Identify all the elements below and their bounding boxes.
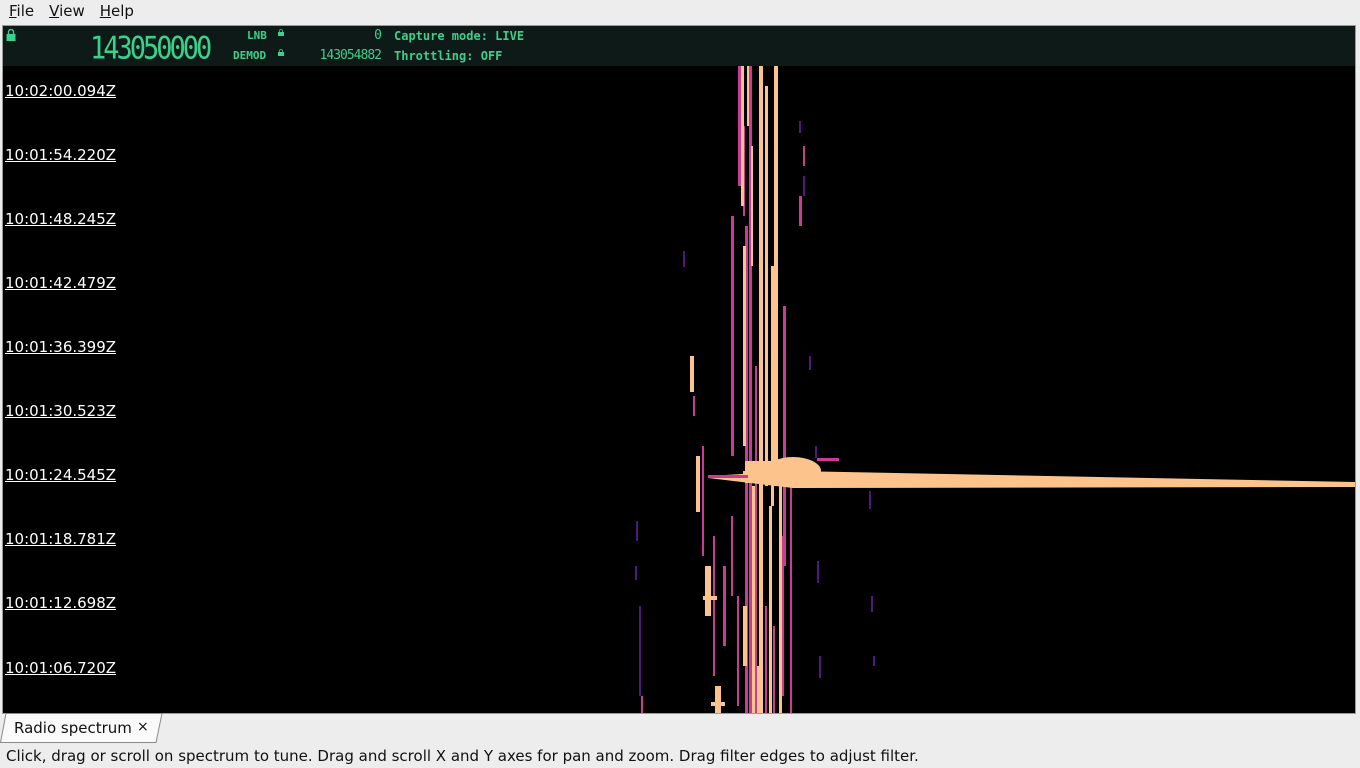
menu-bar: File View Help (0, 0, 1360, 22)
tab-radio-spectrum[interactable]: Radio spectrum × (0, 713, 163, 743)
timestamp-label[interactable]: 10:01:42.479Z (5, 274, 116, 292)
center-frequency-display[interactable]: 143050000 (90, 31, 212, 67)
demod-frequency-value[interactable]: 143054882 (291, 48, 382, 63)
lock-icon[interactable] (6, 29, 16, 41)
throttling-status: Throttling: OFF (394, 49, 503, 63)
timestamp-label[interactable]: 10:01:24.545Z (5, 466, 116, 484)
close-icon[interactable]: × (137, 719, 149, 735)
timestamp-label[interactable]: 10:01:06.720Z (5, 659, 116, 677)
timestamp-label[interactable]: 10:01:48.245Z (5, 210, 116, 228)
tab-bar: Radio spectrum × (0, 713, 1360, 743)
menu-file[interactable]: File (3, 0, 40, 22)
tab-label: Radio spectrum (14, 719, 132, 737)
menu-help[interactable]: Help (94, 0, 140, 22)
timestamp-label[interactable]: 10:01:12.698Z (5, 594, 116, 612)
lnb-frequency-value[interactable]: 0 (291, 28, 382, 43)
tuning-header: 143050000 LNB 0 DEMOD 143054882 Capture … (3, 26, 1355, 66)
timestamp-label[interactable]: 10:02:00.094Z (5, 82, 116, 100)
lnb-label: LNB (247, 29, 267, 42)
demod-label: DEMOD (233, 49, 267, 62)
lnb-lock-icon[interactable] (278, 29, 284, 36)
demod-lock-icon[interactable] (278, 49, 284, 56)
timestamp-label[interactable]: 10:01:36.399Z (5, 338, 116, 356)
timestamp-label[interactable]: 10:01:30.523Z (5, 402, 116, 420)
spectrum-frame[interactable]: 143050000 LNB 0 DEMOD 143054882 Capture … (2, 25, 1356, 714)
status-bar-message: Click, drag or scroll on spectrum to tun… (6, 747, 919, 765)
menu-view[interactable]: View (43, 0, 91, 22)
timestamp-label[interactable]: 10:01:54.220Z (5, 146, 116, 164)
waterfall-signal-traces[interactable] (3, 66, 1355, 713)
waterfall-display[interactable]: 10:02:00.094Z 10:01:54.220Z 10:01:48.245… (3, 66, 1355, 713)
capture-mode-status: Capture mode: LIVE (394, 29, 525, 43)
timestamp-label[interactable]: 10:01:18.781Z (5, 530, 116, 548)
